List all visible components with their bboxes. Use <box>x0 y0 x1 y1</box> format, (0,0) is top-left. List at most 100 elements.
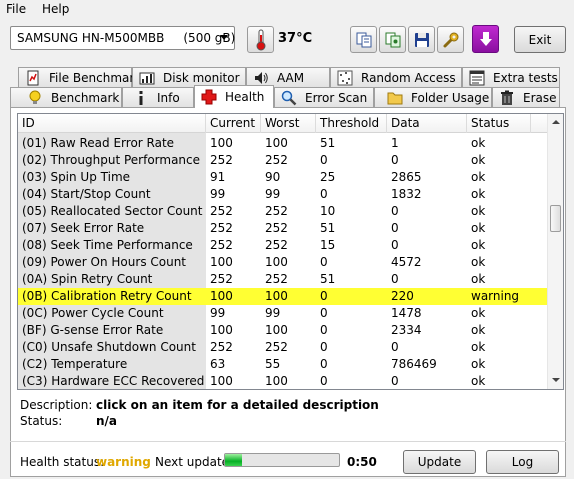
table-row[interactable]: (04) Start/Stop Count 99 99 0 1832 ok <box>18 186 548 203</box>
cell-worst: 100 <box>265 136 288 150</box>
tab-erase[interactable]: Erase <box>492 87 560 107</box>
cell-worst: 90 <box>265 170 281 184</box>
table-row[interactable]: (0C) Power Cycle Count 99 99 0 1478 ok <box>18 305 548 322</box>
table-row[interactable]: (08) Seek Time Performance 252 252 15 0 ok <box>18 237 548 254</box>
tab-folder-usage[interactable]: Folder Usage <box>374 87 492 107</box>
update-button[interactable]: Update <box>403 450 476 474</box>
tab-error-scan[interactable]: Error Scan <box>274 87 374 107</box>
cell-current: 99 <box>210 306 226 320</box>
folder-icon <box>387 92 403 104</box>
cell-status: ok <box>471 187 486 201</box>
cell-threshold: 51 <box>320 272 336 286</box>
info-icon <box>139 90 143 105</box>
vertical-scrollbar[interactable] <box>547 114 563 389</box>
table-row[interactable]: (09) Power On Hours Count 100 100 0 4572 ok <box>18 254 548 271</box>
cell-worst: 100 <box>265 255 288 269</box>
description-value: click on an item for a detailed descript… <box>96 398 379 412</box>
update-progress-bar <box>224 453 340 467</box>
cell-threshold: 15 <box>320 238 336 252</box>
menu-file[interactable]: File <box>6 2 26 16</box>
column-header-current[interactable]: Current <box>206 114 261 133</box>
cell-threshold: 0 <box>320 357 328 371</box>
cell-worst: 100 <box>265 289 288 303</box>
table-row[interactable]: (05) Reallocated Sector Count 252 252 10 0 ok <box>18 203 548 220</box>
tab-disk-monitor[interactable]: Disk monitor <box>132 67 246 87</box>
tab-aam[interactable]: AAM <box>246 67 330 87</box>
smart-table[interactable]: ID Current Worst Threshold Data Status (… <box>17 113 564 390</box>
save-button[interactable] <box>408 26 435 53</box>
cell-current: 100 <box>210 289 233 303</box>
tab-label: AAM <box>277 70 305 85</box>
column-header-id[interactable]: ID <box>18 114 206 133</box>
menu-help[interactable]: Help <box>42 2 69 16</box>
arrow-down-icon <box>479 32 492 46</box>
drive-select-value: SAMSUNG HN-M500MBB (500 gB) <box>17 31 236 45</box>
column-header-worst[interactable]: Worst <box>261 114 316 133</box>
cell-threshold: 0 <box>320 255 328 269</box>
copy-screenshot-button[interactable] <box>379 26 406 53</box>
table-row[interactable]: (01) Raw Read Error Rate 100 100 51 1 ok <box>18 135 548 152</box>
scroll-thumb[interactable] <box>550 205 561 232</box>
table-row[interactable]: (BF) G-sense Error Rate 100 100 0 2334 ok <box>18 322 548 339</box>
scroll-down-icon[interactable] <box>552 378 560 382</box>
cell-data: 0 <box>391 272 399 286</box>
drive-select[interactable]: SAMSUNG HN-M500MBB (500 gB) <box>10 26 235 50</box>
tab-health[interactable]: Health <box>194 85 274 108</box>
cell-threshold: 25 <box>320 170 336 184</box>
table-row[interactable]: (C2) Temperature 63 55 0 786469 ok <box>18 356 548 373</box>
cell-data: 2334 <box>391 323 422 337</box>
cell-status: ok <box>471 306 486 320</box>
cell-threshold: 51 <box>320 136 336 150</box>
random-access-icon <box>337 70 353 85</box>
cell-data: 0 <box>391 204 399 218</box>
exit-button[interactable]: Exit <box>514 26 566 53</box>
copy-screenshot-icon <box>385 32 400 47</box>
cell-current: 100 <box>210 136 233 150</box>
tab-random-access[interactable]: Random Access <box>330 67 462 87</box>
copy-text-button[interactable] <box>350 26 377 53</box>
wrench-icon <box>443 32 458 47</box>
table-row[interactable]: (03) Spin Up Time 91 90 25 2865 ok <box>18 169 548 186</box>
tab-benchmark[interactable]: Benchmark <box>10 87 122 107</box>
cell-status: ok <box>471 153 486 167</box>
cell-id: (0B) Calibration Retry Count <box>22 289 192 303</box>
table-row[interactable]: (0A) Spin Retry Count 252 252 51 0 ok <box>18 271 548 288</box>
tab-label: Folder Usage <box>411 90 490 105</box>
tab-label: Info <box>157 90 180 105</box>
column-header-status[interactable]: Status <box>467 114 531 133</box>
tab-extra-tests[interactable]: Extra tests <box>462 67 560 87</box>
red-cross-icon <box>201 89 217 105</box>
cell-status: ok <box>471 221 486 235</box>
cell-current: 99 <box>210 187 226 201</box>
tab-label: Extra tests <box>493 70 558 85</box>
thermometer-button[interactable] <box>247 26 274 53</box>
cell-status: ok <box>471 323 486 337</box>
options-button[interactable] <box>437 26 464 53</box>
table-row[interactable]: (0B) Calibration Retry Count 100 100 0 220 wa… <box>18 288 548 305</box>
table-row[interactable]: (07) Seek Error Rate 252 252 51 0 ok <box>18 220 548 237</box>
health-status-label: Health status: <box>20 455 105 469</box>
tab-file-benchmark[interactable]: File Benchmark <box>18 67 141 87</box>
copy-icon <box>356 32 371 47</box>
cell-worst: 100 <box>265 323 288 337</box>
table-row[interactable]: (C0) Unsafe Shutdown Count 252 252 0 0 ok <box>18 339 548 356</box>
cell-current: 100 <box>210 374 233 388</box>
tab-label: Erase <box>523 90 557 105</box>
column-header-data[interactable]: Data <box>387 114 467 133</box>
cell-current: 252 <box>210 238 233 252</box>
tab-label: Benchmark <box>51 90 120 105</box>
cell-current: 100 <box>210 323 233 337</box>
cell-data: 786469 <box>391 357 437 371</box>
scroll-up-icon[interactable] <box>552 120 560 124</box>
tab-label: Random Access <box>361 70 456 85</box>
cell-worst: 252 <box>265 221 288 235</box>
cell-worst: 99 <box>265 306 281 320</box>
table-row[interactable]: (C3) Hardware ECC Recovered 100 100 0 0 ok <box>18 373 548 389</box>
cell-worst: 252 <box>265 204 288 218</box>
download-button[interactable] <box>472 25 499 53</box>
column-header-threshold[interactable]: Threshold <box>316 114 387 133</box>
log-button[interactable]: Log <box>486 450 559 474</box>
cell-data: 1 <box>391 136 399 150</box>
tab-info[interactable]: Info <box>122 87 194 107</box>
table-row[interactable]: (02) Throughput Performance 252 252 0 0 ok <box>18 152 548 169</box>
